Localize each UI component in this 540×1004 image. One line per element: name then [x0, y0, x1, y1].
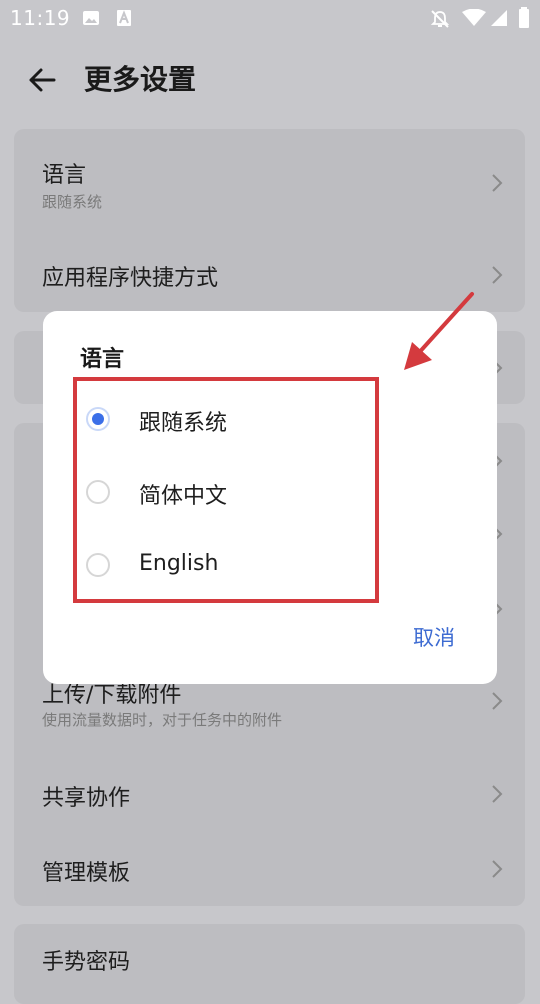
image-icon [83, 11, 99, 25]
battery-icon [519, 7, 529, 28]
a-icon [117, 10, 131, 26]
chevron-right-icon [492, 174, 503, 192]
status-bar: 11:19 [0, 0, 540, 36]
cancel-button[interactable]: 取消 [413, 622, 455, 652]
notifications-off-icon [430, 10, 450, 28]
arrow-left-icon[interactable] [24, 62, 60, 98]
annotation-highlight-box [73, 377, 379, 603]
share-label: 共享协作 [42, 786, 131, 811]
status-time: 11:19 [10, 6, 71, 30]
cell-signal-icon [491, 10, 507, 26]
chevron-right-icon [492, 266, 503, 284]
language-label: 语言 [42, 163, 87, 188]
page-title: 更多设置 [84, 63, 197, 96]
settings-row-language[interactable]: 语言 跟随系统 [14, 129, 525, 229]
upload-sub: 使用流量数据时，对于任务中的附件 [42, 711, 283, 729]
settings-row-gesture[interactable]: 手势密码 [14, 924, 525, 984]
settings-row-templates[interactable]: 管理模板 [14, 833, 525, 903]
dialog-title: 语言 [80, 347, 125, 372]
templates-label: 管理模板 [42, 861, 131, 886]
wifi-icon [462, 9, 486, 26]
shortcuts-label: 应用程序快捷方式 [42, 266, 219, 291]
chevron-right-icon [492, 785, 503, 803]
chevron-right-icon [492, 860, 503, 878]
settings-card-4: 手势密码 [14, 924, 525, 1004]
chevron-right-icon [492, 692, 503, 710]
annotation-arrow-icon [404, 292, 474, 370]
language-value: 跟随系统 [42, 193, 103, 211]
gesture-label: 手势密码 [42, 950, 131, 975]
settings-card-general: 语言 跟随系统 应用程序快捷方式 [14, 129, 525, 312]
app-bar: 更多设置 [0, 40, 540, 120]
settings-row-share[interactable]: 共享协作 [14, 758, 525, 828]
